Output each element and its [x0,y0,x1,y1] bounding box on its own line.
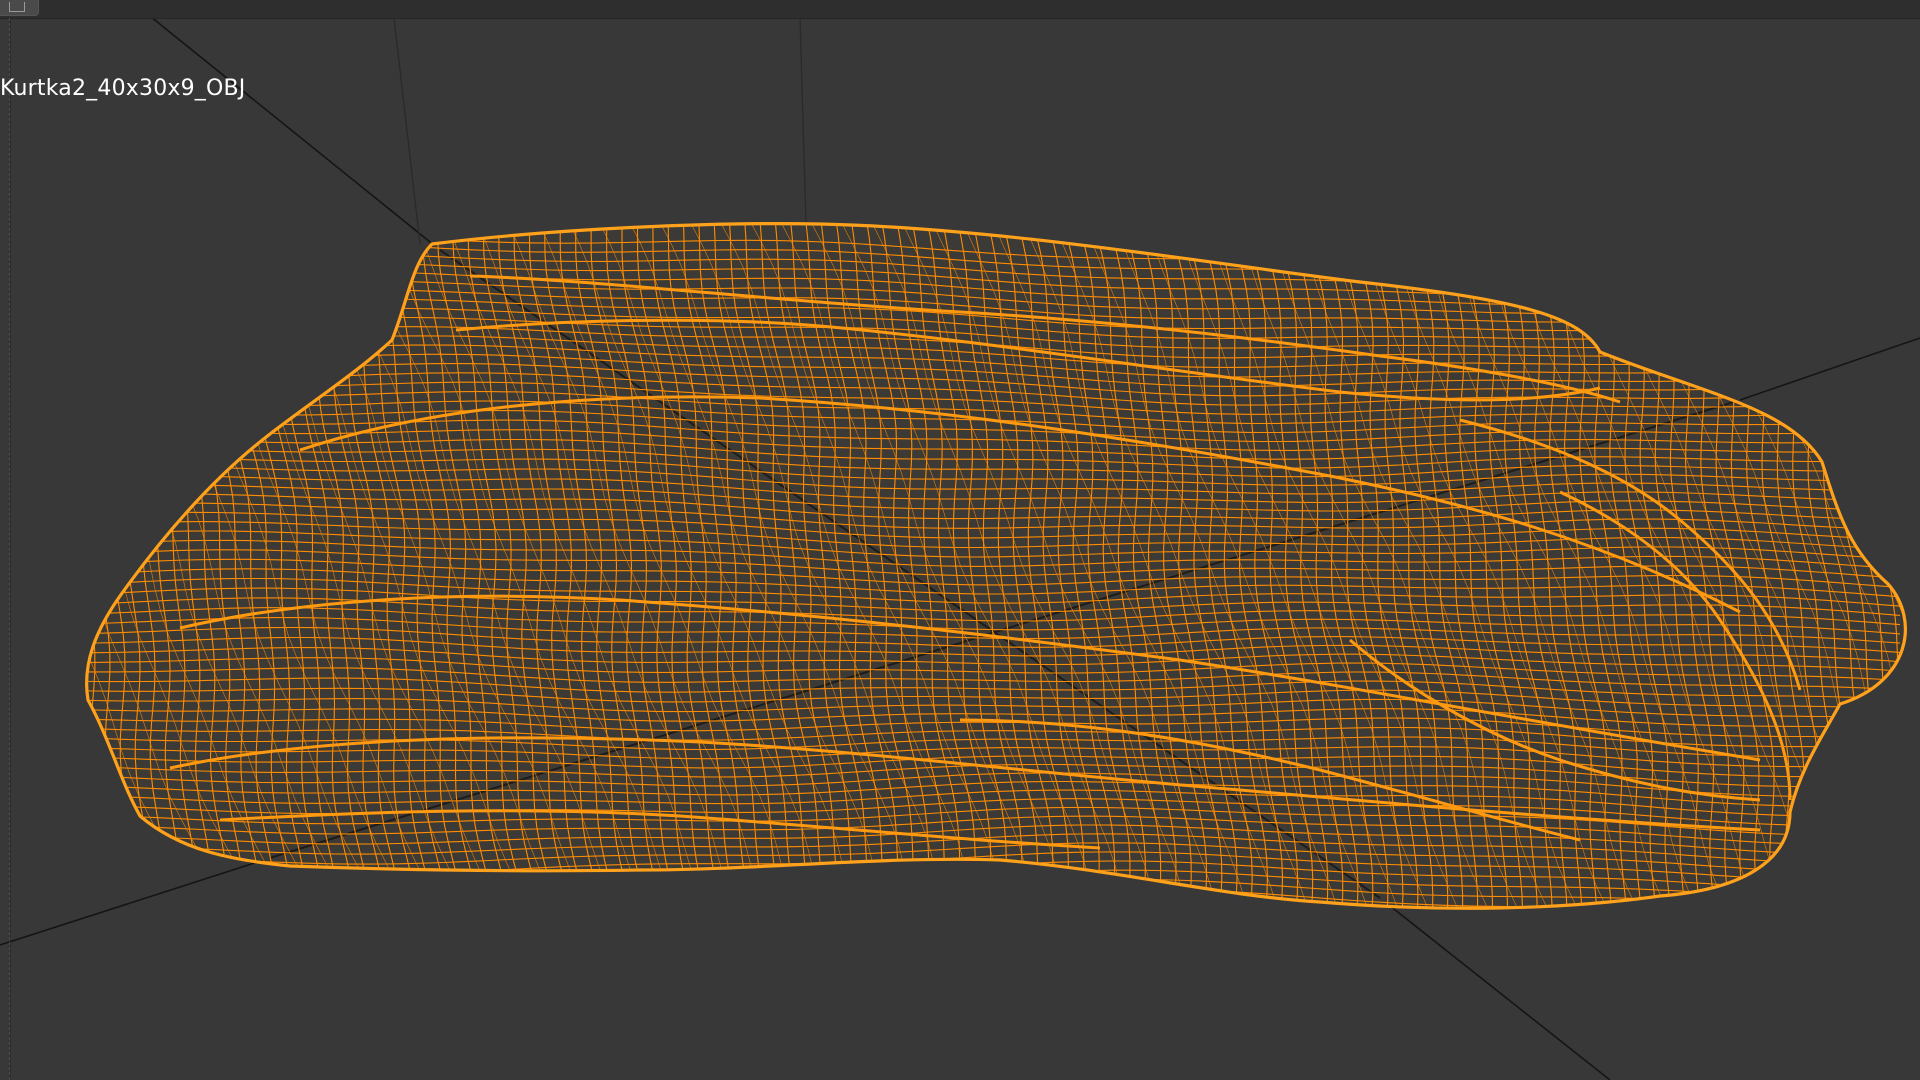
viewport-header [0,0,1920,19]
3d-viewport[interactable]: Kurtka2_40x30x9_OBJ [0,0,1920,1080]
viewport-editor-type-icon[interactable] [0,0,39,16]
grid-line [0,857,271,946]
grid-line [1739,337,1920,401]
grid-line [1379,897,1611,1080]
editor-type-glyph [9,2,25,12]
grid-line [799,17,807,225]
mesh-edge-column [1875,223,1906,909]
mesh-edge-diagonal [1864,223,1906,909]
mesh-edge-column [86,223,121,909]
mesh-edge-diagonal [1893,223,1906,909]
mesh-edge-diagonal [86,223,103,909]
region-divider[interactable] [0,18,10,1080]
mesh-edge-column [86,223,106,909]
grid-line [393,17,421,245]
viewport-canvas[interactable] [0,0,1920,1080]
mesh-edge-column [86,223,137,909]
mesh-edge-diagonal [86,223,134,909]
object-name-label: Kurtka2_40x30x9_OBJ [0,76,246,101]
grid-line [129,0,441,251]
